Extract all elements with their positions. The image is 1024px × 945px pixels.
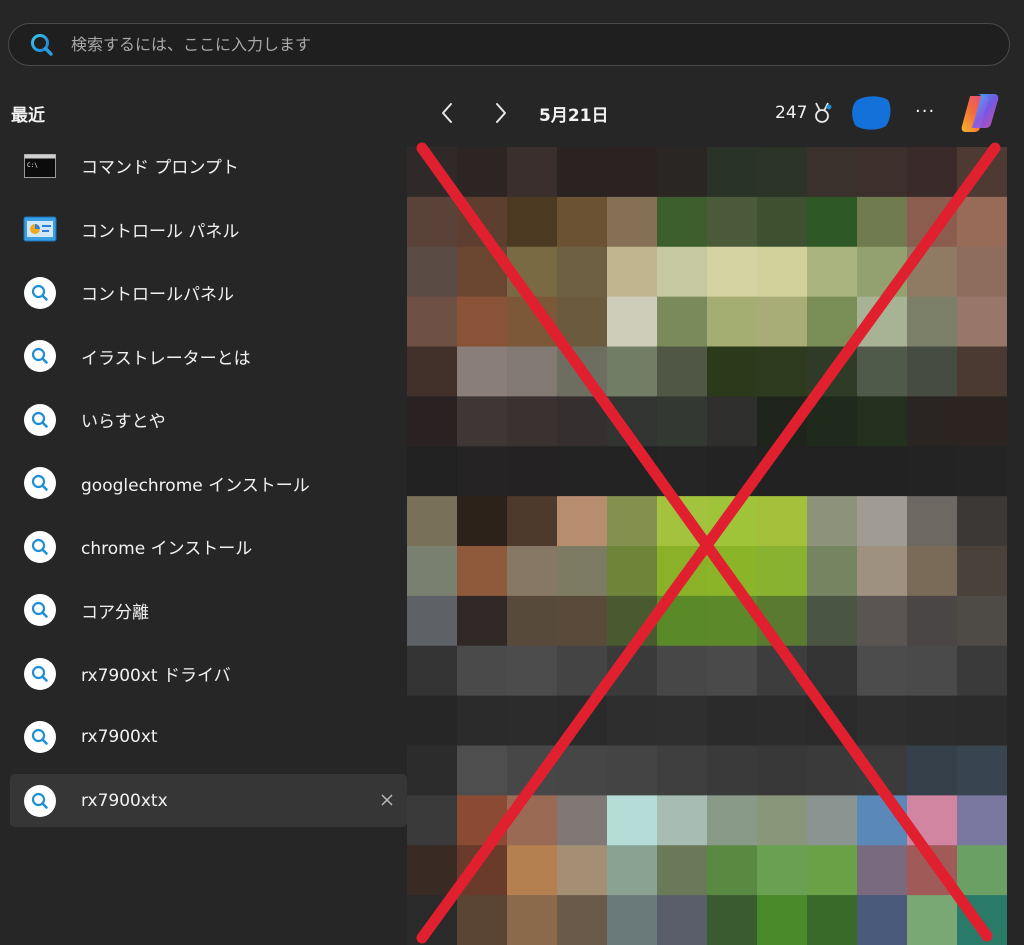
- recent-item[interactable]: chrome インストール: [10, 520, 407, 573]
- search-icon: [24, 657, 56, 690]
- search-icon: [24, 276, 56, 309]
- date-label: 5月21日: [539, 106, 609, 126]
- recent-item[interactable]: コントロールパネル: [10, 266, 407, 319]
- command-prompt-icon: C:\: [23, 149, 57, 183]
- rewards-medal-icon: [815, 102, 832, 123]
- svg-text:C:\: C:\: [27, 162, 38, 169]
- search-icon: [24, 340, 56, 372]
- recent-item-label: rx7900xtx: [81, 790, 168, 811]
- recent-item[interactable]: googlechrome インストール: [10, 457, 407, 510]
- recent-item-label: rx7900xt ドライバ: [81, 666, 231, 686]
- pixelated-image: [407, 147, 1007, 945]
- recent-item[interactable]: イラストレーターとは: [10, 330, 407, 383]
- avatar[interactable]: [850, 95, 892, 131]
- recent-item-label: chrome インストール: [81, 539, 253, 559]
- rewards-points[interactable]: 247: [775, 101, 833, 125]
- recent-item[interactable]: C:\ コマンド プロンプト: [10, 139, 407, 192]
- search-icon: [24, 594, 56, 626]
- recent-item-label: コマンド プロンプト: [81, 158, 239, 178]
- control-panel-icon: [23, 212, 57, 246]
- recent-item[interactable]: いらすとや: [10, 393, 407, 446]
- recent-item[interactable]: rx7900xt: [10, 711, 407, 764]
- points-value: 247: [775, 103, 808, 123]
- search-icon: [24, 721, 56, 753]
- search-icon: [24, 467, 56, 499]
- recent-item[interactable]: rx7900xt ドライバ: [10, 647, 407, 700]
- recent-item-label: コントロールパネル: [81, 285, 234, 305]
- search-icon: [29, 32, 55, 58]
- search-input[interactable]: [69, 34, 1009, 55]
- recent-header: 最近: [11, 106, 45, 126]
- copilot-icon[interactable]: [958, 92, 1002, 134]
- prev-day-button[interactable]: [432, 96, 462, 130]
- close-icon[interactable]: [377, 790, 397, 810]
- search-icon: [24, 784, 56, 817]
- next-day-button[interactable]: [486, 96, 516, 130]
- recent-list: C:\ コマンド プロンプト コントロール パネル コントロールパネル イラストレーター…: [10, 139, 407, 838]
- more-options-button[interactable]: ···: [915, 101, 935, 122]
- recent-item[interactable]: コントロール パネル: [10, 203, 407, 256]
- search-bar[interactable]: [8, 23, 1010, 66]
- chevron-right-icon: [496, 103, 506, 123]
- recent-item-label: コア分離: [81, 602, 149, 623]
- recent-item-label: googlechrome インストール: [81, 475, 310, 496]
- recent-item[interactable]: rx7900xtx: [10, 774, 407, 827]
- search-icon: [24, 403, 56, 436]
- recent-item[interactable]: コア分離: [10, 584, 407, 637]
- recent-item-label: いらすとや: [81, 412, 166, 432]
- recent-item-label: イラストレーターとは: [81, 348, 251, 369]
- chevron-left-icon: [442, 103, 452, 123]
- recent-item-label: コントロール パネル: [81, 221, 240, 242]
- recent-item-label: rx7900xt: [81, 727, 158, 747]
- search-icon: [24, 530, 56, 563]
